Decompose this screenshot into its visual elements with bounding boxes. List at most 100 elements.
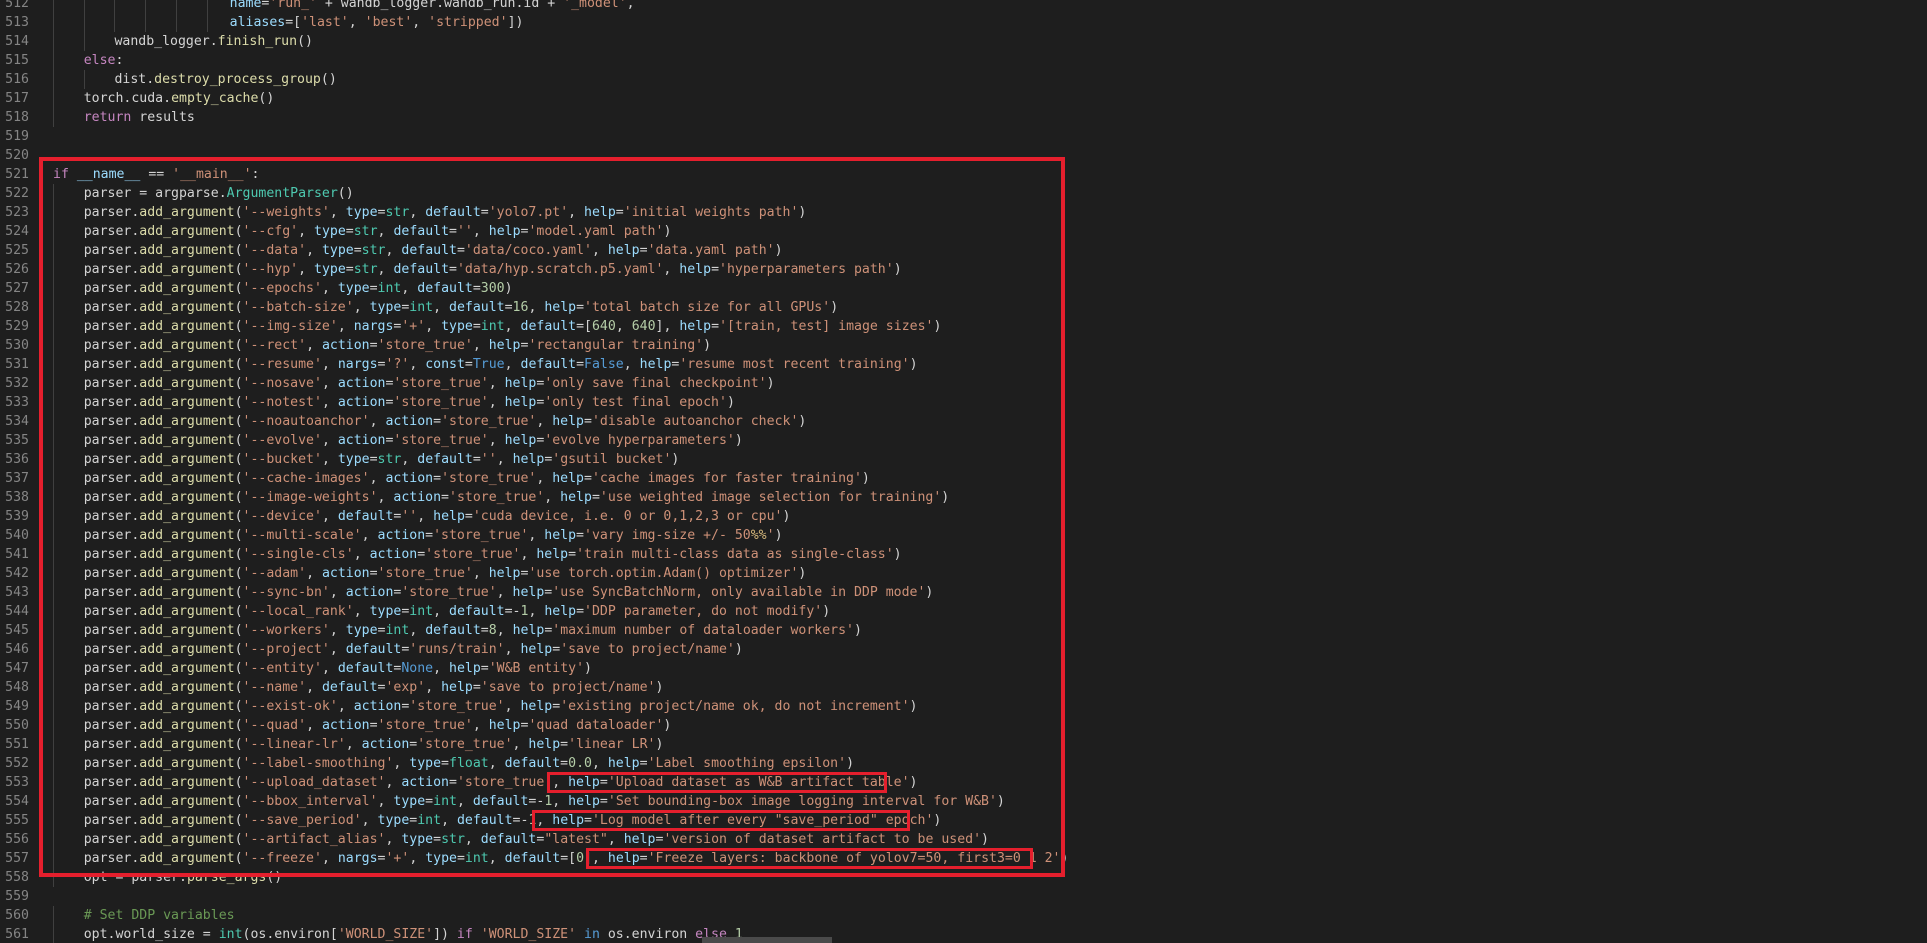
indent-guide	[145, 13, 147, 32]
code-line[interactable]: 517 torch.cuda.empty_cache()	[0, 89, 1927, 108]
code-token: 'last'	[301, 15, 349, 30]
code-token: int	[218, 927, 243, 942]
line-number: 522	[5, 186, 29, 201]
indent-guide	[206, 13, 208, 32]
code-token: ()	[258, 91, 275, 106]
line-number: 539	[5, 509, 29, 524]
line-number: 520	[5, 148, 29, 163]
line-number: 553	[5, 775, 29, 790]
code-line[interactable]: 516 dist.destroy_process_group()	[0, 70, 1927, 89]
code-token: ])	[433, 927, 457, 942]
horizontal-scrollbar-thumb[interactable]	[702, 937, 832, 943]
code-token: ])	[507, 15, 524, 30]
indent-guide	[206, 0, 208, 13]
code-text: aliases=['last', 'best', 'stripped'])	[230, 13, 524, 32]
line-number: 541	[5, 547, 29, 562]
code-text: torch.cuda.empty_cache()	[84, 89, 275, 108]
line-number: 524	[5, 224, 29, 239]
line-number: 540	[5, 528, 29, 543]
line-number: 549	[5, 699, 29, 714]
code-line[interactable]: 559	[0, 887, 1927, 906]
code-token: os.environ	[599, 927, 696, 942]
code-text: wandb_logger.finish_run()	[114, 32, 313, 51]
line-number: 543	[5, 585, 29, 600]
line-number: 542	[5, 566, 29, 581]
code-text: return results	[84, 108, 195, 127]
code-token: torch.cuda.	[83, 91, 172, 106]
code-token: empty_cache	[171, 91, 259, 106]
line-number: 534	[5, 414, 29, 429]
line-number: 545	[5, 623, 29, 638]
code-token: (os.environ[	[242, 927, 338, 942]
code-text: name='run_' + wandb_logger.wandb_run.id …	[230, 0, 635, 13]
code-line[interactable]: 561 opt.world_size = int(os.environ['WORL…	[0, 925, 1927, 943]
line-number: 554	[5, 794, 29, 809]
indent-guide	[53, 925, 54, 943]
line-number: 557	[5, 851, 29, 866]
code-token: return	[83, 110, 132, 125]
code-token: ()	[320, 72, 337, 87]
line-number: 513	[5, 15, 29, 30]
line-number: 538	[5, 490, 29, 505]
indent-guide	[53, 70, 54, 89]
code-token: else	[83, 53, 116, 68]
indent-guide	[83, 0, 85, 13]
indent-guide	[83, 13, 85, 32]
code-line[interactable]: 560 # Set DDP variables	[0, 906, 1927, 925]
line-number: 551	[5, 737, 29, 752]
code-token: 'run_'	[269, 0, 317, 11]
line-number: 526	[5, 262, 29, 277]
line-number: 560	[5, 908, 29, 923]
line-number: 547	[5, 661, 29, 676]
line-number: 529	[5, 319, 29, 334]
line-number: 559	[5, 889, 29, 904]
code-token: :	[115, 53, 124, 68]
line-number: 535	[5, 433, 29, 448]
indent-guide	[175, 13, 177, 32]
code-token: # Set DDP variables	[83, 908, 235, 923]
code-token: ,	[348, 15, 365, 30]
code-token: ,	[626, 0, 635, 11]
line-number: 517	[5, 91, 29, 106]
code-text: else:	[84, 51, 124, 70]
indent-guide	[53, 108, 54, 127]
line-number: 533	[5, 395, 29, 410]
indent-guide	[53, 0, 54, 13]
line-number: 531	[5, 357, 29, 372]
line-number: 555	[5, 813, 29, 828]
line-number: 525	[5, 243, 29, 258]
help-highlight-box	[585, 848, 1034, 869]
line-number: 514	[5, 34, 29, 49]
code-line[interactable]: 512 name='run_' + wandb_logger.wandb_run.…	[0, 0, 1927, 13]
code-token: opt.world_size =	[83, 927, 219, 942]
code-text: # Set DDP variables	[84, 906, 235, 925]
line-number: 512	[5, 0, 29, 11]
code-token: 'WORLD_SIZE'	[337, 927, 434, 942]
code-token: 'WORLD_SIZE'	[480, 927, 577, 942]
code-token: =[	[285, 15, 302, 30]
line-number: 544	[5, 604, 29, 619]
code-line[interactable]: 518 return results	[0, 108, 1927, 127]
code-line[interactable]: 519	[0, 127, 1927, 146]
code-token: 'best'	[364, 15, 413, 30]
code-line[interactable]: 514 wandb_logger.finish_run()	[0, 32, 1927, 51]
line-number: 519	[5, 129, 29, 144]
indent-guide	[114, 13, 116, 32]
code-token: 'stripped'	[428, 15, 508, 30]
line-number: 558	[5, 870, 29, 885]
code-text: dist.destroy_process_group()	[114, 70, 336, 89]
code-token: ,	[412, 15, 429, 30]
code-line[interactable]: 515 else:	[0, 51, 1927, 70]
line-number: 552	[5, 756, 29, 771]
line-number: 537	[5, 471, 29, 486]
line-number: 527	[5, 281, 29, 296]
indent-guide	[53, 89, 54, 108]
code-line[interactable]: 513 aliases=['last', 'best', 'stripped'])	[0, 13, 1927, 32]
indent-guide	[83, 32, 85, 51]
line-number: 546	[5, 642, 29, 657]
main-block-highlight-box	[39, 157, 1065, 877]
indent-guide	[53, 906, 54, 925]
code-token: in	[584, 927, 600, 942]
line-number: 536	[5, 452, 29, 467]
